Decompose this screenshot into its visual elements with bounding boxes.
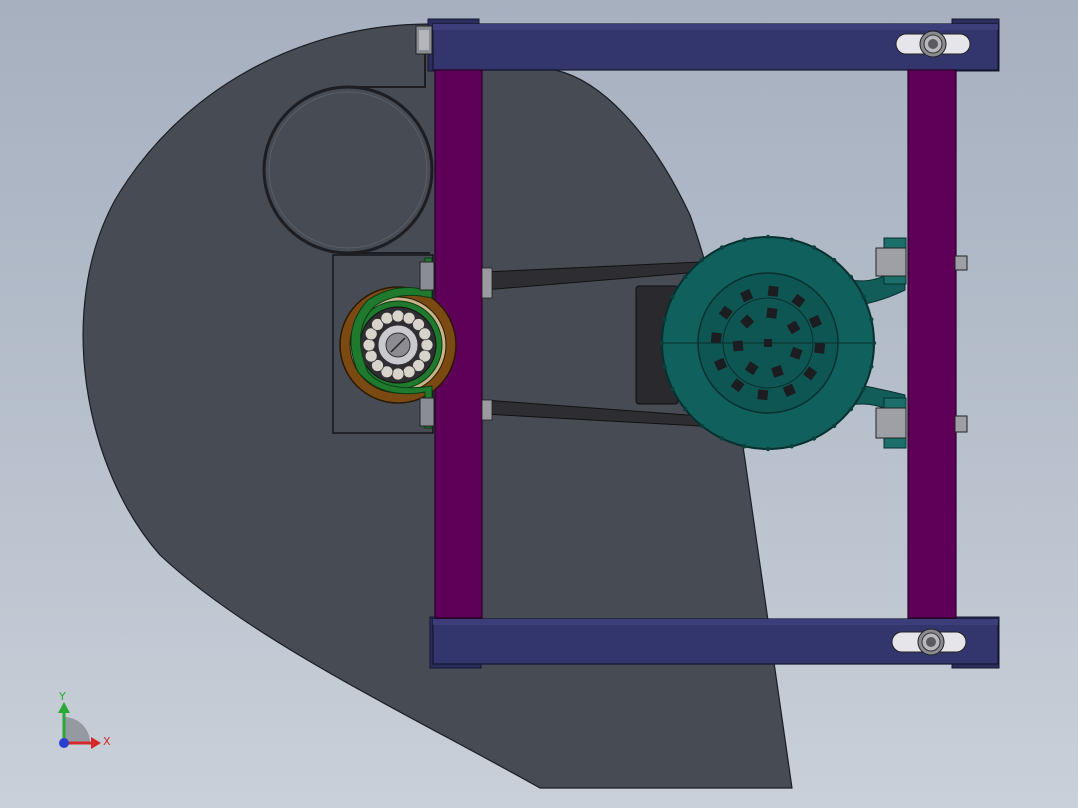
motor-vent: [710, 332, 722, 344]
motor-vent: [767, 285, 779, 297]
right-frame-post: [907, 69, 957, 619]
motor-vent: [814, 342, 826, 354]
motor-fin: [789, 237, 794, 242]
assembly-view: Y X: [58, 18, 1000, 789]
motor-fin: [742, 444, 747, 449]
motor-fin: [662, 317, 667, 322]
bearing-ball: [391, 309, 405, 323]
cad-viewport[interactable]: Y X: [0, 0, 1078, 808]
motor-vent: [757, 389, 769, 401]
motor-fin: [831, 257, 837, 263]
motor-fin: [742, 237, 747, 242]
motor-vent: [732, 340, 744, 352]
x-axis-label: X: [103, 735, 111, 748]
motor-vent: [764, 339, 772, 347]
bearing-ball: [391, 367, 405, 381]
motor-fin: [848, 274, 854, 280]
bearing-ball: [418, 327, 432, 341]
motor-fin: [699, 423, 705, 429]
motor-vent: [766, 307, 778, 319]
motor-fin: [662, 364, 667, 369]
motor-fin: [699, 257, 705, 263]
coordinate-triad: Y X: [58, 690, 111, 749]
bearing-ball: [362, 338, 376, 352]
y-axis-label: Y: [58, 690, 66, 703]
frame-bolt-top-right: [919, 30, 947, 58]
motor-fin: [682, 274, 688, 280]
bearing-ball: [402, 365, 416, 379]
motor-fin: [719, 436, 725, 441]
motor-fin: [789, 444, 794, 449]
bearing-ball: [380, 311, 394, 325]
motor-fin: [659, 340, 665, 346]
y-axis-arrowhead: [58, 702, 70, 713]
motor-fin: [765, 234, 771, 240]
motor-fin: [831, 423, 837, 429]
z-axis-dot: [59, 738, 69, 748]
motor-fin: [811, 245, 817, 250]
motor-fin: [719, 245, 725, 250]
housing-bolt-top: [415, 25, 433, 55]
motor-fin: [871, 340, 877, 346]
motor-fin: [869, 364, 874, 369]
motor-fin: [861, 386, 866, 392]
motor-fin: [670, 294, 675, 300]
top-frame-rail: [427, 18, 1000, 72]
motor-fin: [811, 436, 817, 441]
motor-fin: [765, 446, 771, 452]
motor-fin: [848, 406, 854, 412]
bearing-ball: [364, 349, 378, 363]
motor-fin: [861, 294, 866, 300]
frame-bolt-bottom-right: [917, 628, 945, 656]
bottom-frame-rail: [429, 616, 1000, 669]
motor-fin: [682, 406, 688, 412]
motor-fin: [869, 317, 874, 322]
x-axis-arrowhead: [91, 737, 101, 749]
motor-fin: [670, 386, 675, 392]
bearing-ball: [420, 338, 434, 352]
